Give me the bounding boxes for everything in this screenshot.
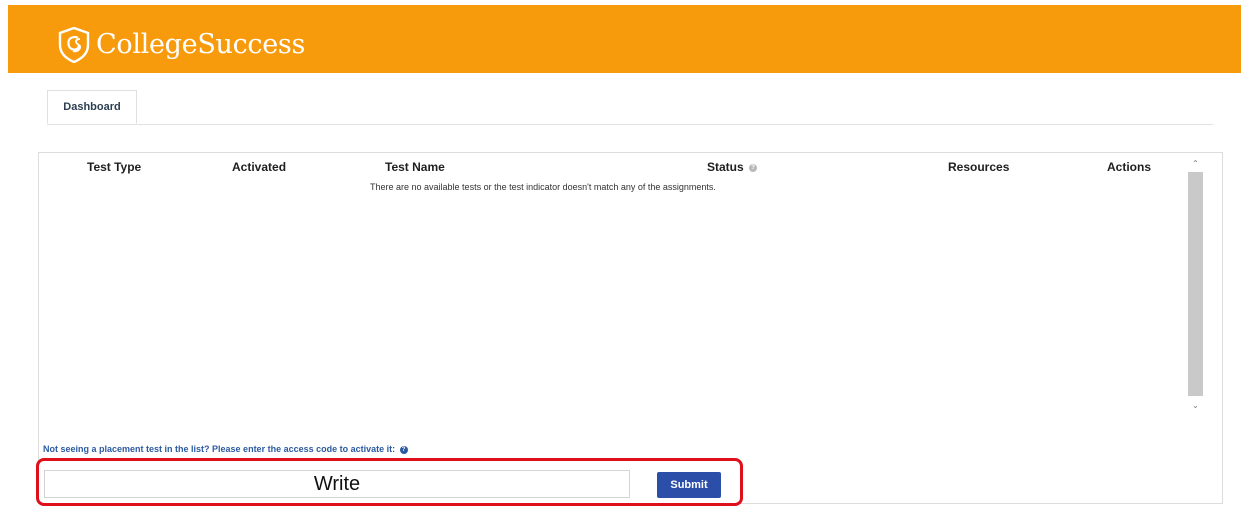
submit-button[interactable]: Submit [657,472,721,498]
tab-dashboard[interactable]: Dashboard [47,90,137,124]
access-code-input[interactable] [44,470,630,498]
vertical-scrollbar[interactable] [1188,172,1203,396]
empty-table-message: There are no available tests or the test… [370,182,716,192]
tab-bar: Dashboard [47,90,1213,125]
column-header-status-label: Status [707,160,744,174]
shield-cs-logo-icon[interactable] [58,27,90,63]
column-header-resources: Resources [948,160,1010,174]
column-header-test-name: Test Name [385,160,445,174]
scroll-down-arrow-icon[interactable]: ⌄ [1188,400,1203,412]
info-icon[interactable]: ? [749,163,758,172]
app-header: CollegeSuccess [8,5,1241,73]
scroll-up-arrow-icon[interactable]: ⌃ [1188,158,1203,170]
question-icon[interactable]: ? [399,445,408,454]
access-code-prompt: Not seeing a placement test in the list?… [43,444,408,454]
column-header-test-type: Test Type [87,160,142,174]
brand-name[interactable]: CollegeSuccess [96,29,305,60]
column-header-actions: Actions [1107,160,1152,174]
column-header-activated: Activated [232,160,287,174]
access-code-prompt-text: Not seeing a placement test in the list?… [43,444,396,454]
column-header-status: Status ? [707,160,758,174]
